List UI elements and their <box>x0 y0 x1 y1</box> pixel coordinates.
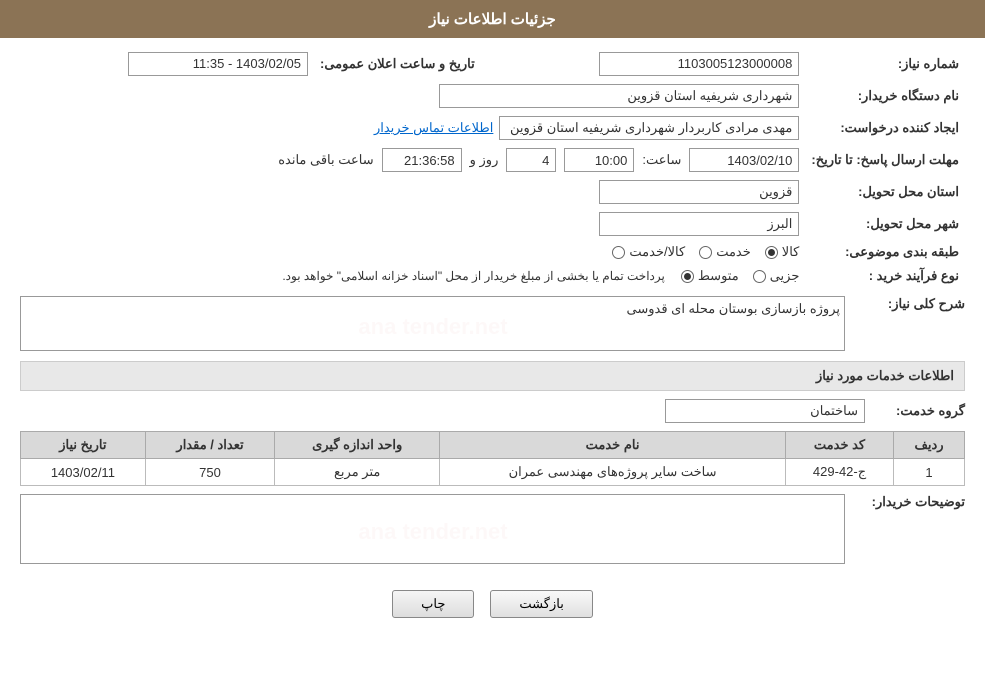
category-label: طبقه بندی موضوعی: <box>805 240 965 264</box>
content-area: شماره نیاز: 1103005123000008 تاریخ و ساع… <box>0 38 985 644</box>
cell-date: 1403/02/11 <box>21 459 146 486</box>
purchase-type-radio-group: جزیی متوسط <box>681 268 800 284</box>
description-area: ana tender.net پروژه بازسازی بوستان محله… <box>20 296 845 351</box>
deadline-time: 10:00 <box>564 148 634 172</box>
print-button[interactable]: چاپ <box>392 590 474 618</box>
description-value: پروژه بازسازی بوستان محله ای قدوسی <box>25 301 840 317</box>
category-option-2[interactable]: خدمت <box>699 244 751 260</box>
remaining-days: 4 <box>506 148 556 172</box>
page-wrapper: جزئیات اطلاعات نیاز شماره نیاز: 11030051… <box>0 0 985 691</box>
cell-service-code: ج-42-429 <box>786 459 894 486</box>
need-number-cell: 1103005123000008 <box>481 48 806 80</box>
buyer-notes-label: توضیحات خریدار: <box>855 494 965 510</box>
buyer-notes-section: توضیحات خریدار: ana tender.net <box>20 494 965 564</box>
col-header-date: تاریخ نیاز <box>21 432 146 459</box>
buyer-org-cell: شهرداری شریفیه استان قزوین <box>20 80 805 112</box>
back-button[interactable]: بازگشت <box>490 590 592 618</box>
col-header-unit: واحد اندازه گیری <box>275 432 440 459</box>
description-section: شرح کلی نیاز: ana tender.net پروژه بازسا… <box>20 296 965 351</box>
cell-row-num: 1 <box>894 459 965 486</box>
city-value: البرز <box>599 212 799 236</box>
purchase-type-cell: جزیی متوسط پرداخت تمام یا بخشی از مبلغ خ… <box>20 264 805 288</box>
deadline-cell: 1403/02/10 ساعت: 10:00 4 روز و 21:36:58 … <box>20 144 805 176</box>
main-form-table: شماره نیاز: 1103005123000008 تاریخ و ساع… <box>20 48 965 288</box>
buyer-notes-box: ana tender.net <box>20 494 845 564</box>
category-option-2-label: خدمت <box>716 244 751 260</box>
deadline-label: مهلت ارسال پاسخ: تا تاریخ: <box>805 144 965 176</box>
table-row: 1 ج-42-429 ساخت سایر پروژه‌های مهندسی عم… <box>21 459 965 486</box>
col-header-service-code: کد خدمت <box>786 432 894 459</box>
buyer-org-value: شهرداری شریفیه استان قزوین <box>439 84 799 108</box>
purchase-notice: پرداخت تمام یا بخشی از مبلغ خریدار از مح… <box>282 269 665 283</box>
purchase-type-option-2[interactable]: متوسط <box>681 268 739 284</box>
remaining-time: 21:36:58 <box>382 148 462 172</box>
page-title: جزئیات اطلاعات نیاز <box>429 11 556 28</box>
announcement-value: 1403/02/05 - 11:35 <box>128 52 308 76</box>
purchase-type-option-2-label: متوسط <box>698 268 739 284</box>
remaining-suffix: ساعت باقی مانده <box>278 152 373 168</box>
category-option-1[interactable]: کالا <box>765 244 800 260</box>
category-radio-3[interactable] <box>612 246 625 259</box>
creator-label: ایجاد کننده درخواست: <box>805 112 965 144</box>
notes-watermark-svg: ana tender.net <box>333 504 533 554</box>
services-table: ردیف کد خدمت نام خدمت واحد اندازه گیری ت… <box>20 431 965 486</box>
category-radio-2[interactable] <box>699 246 712 259</box>
button-row: بازگشت چاپ <box>20 574 965 634</box>
category-option-3-label: کالا/خدمت <box>629 244 685 260</box>
deadline-time-label: ساعت: <box>642 152 681 168</box>
announcement-cell: 1403/02/05 - 11:35 <box>20 48 314 80</box>
service-group-label: گروه خدمت: <box>875 403 965 419</box>
creator-cell: مهدی مرادی کاربردار شهرداری شریفیه استان… <box>20 112 805 144</box>
description-label: شرح کلی نیاز: <box>855 296 965 312</box>
purchase-type-label: نوع فرآیند خرید : <box>805 264 965 288</box>
page-header: جزئیات اطلاعات نیاز <box>0 0 985 38</box>
cell-quantity: 750 <box>145 459 274 486</box>
col-header-row-num: ردیف <box>894 432 965 459</box>
purchase-type-radio-2[interactable] <box>681 270 694 283</box>
services-section-title: اطلاعات خدمات مورد نیاز <box>20 361 965 391</box>
service-group-value: ساختمان <box>665 399 865 423</box>
remaining-days-label: روز و <box>470 152 499 168</box>
svg-text:ana tender.net: ana tender.net <box>358 519 508 544</box>
purchase-type-radio-1[interactable] <box>753 270 766 283</box>
cell-unit: متر مربع <box>275 459 440 486</box>
service-group-row: گروه خدمت: ساختمان <box>20 399 965 423</box>
need-number-value: 1103005123000008 <box>599 52 799 76</box>
category-option-1-label: کالا <box>782 244 800 260</box>
col-header-quantity: تعداد / مقدار <box>145 432 274 459</box>
deadline-date: 1403/02/10 <box>689 148 799 172</box>
contact-link[interactable]: اطلاعات تماس خریدار <box>374 120 493 136</box>
category-radio-group: کالا خدمت کالا/خدمت <box>612 244 799 260</box>
purchase-type-option-1[interactable]: جزیی <box>753 268 800 284</box>
category-cell: کالا خدمت کالا/خدمت <box>20 240 805 264</box>
province-value: قزوین <box>599 180 799 204</box>
city-cell: البرز <box>20 208 805 240</box>
buyer-org-label: نام دستگاه خریدار: <box>805 80 965 112</box>
need-number-label: شماره نیاز: <box>805 48 965 80</box>
creator-value: مهدی مرادی کاربردار شهرداری شریفیه استان… <box>499 116 799 140</box>
purchase-type-option-1-label: جزیی <box>770 268 800 284</box>
svg-text:ana tender.net: ana tender.net <box>358 314 508 339</box>
province-label: استان محل تحویل: <box>805 176 965 208</box>
province-cell: قزوین <box>20 176 805 208</box>
cell-service-name: ساخت سایر پروژه‌های مهندسی عمران <box>440 459 786 486</box>
announcement-label: تاریخ و ساعت اعلان عمومی: <box>314 48 481 80</box>
category-radio-1[interactable] <box>765 246 778 259</box>
col-header-service-name: نام خدمت <box>440 432 786 459</box>
category-option-3[interactable]: کالا/خدمت <box>612 244 685 260</box>
city-label: شهر محل تحویل: <box>805 208 965 240</box>
